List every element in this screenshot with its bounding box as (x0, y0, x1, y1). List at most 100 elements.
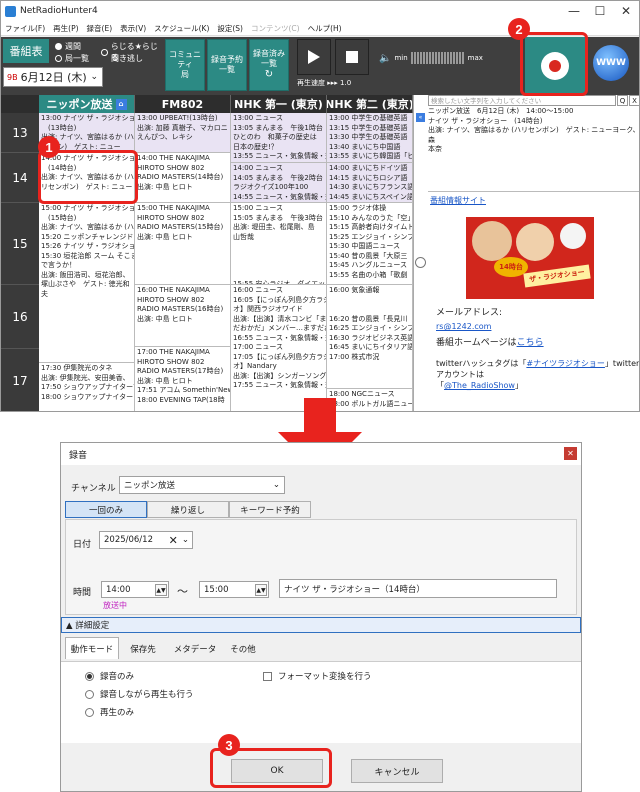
radio-record-only[interactable]: 録音のみ (85, 670, 134, 682)
program-site-link[interactable]: 番組情報サイト (430, 195, 486, 206)
format-convert-checkbox[interactable]: フォーマット変換を行う (263, 670, 372, 682)
hashtag-prefix: twitterハッシュタグは「 (436, 359, 527, 368)
minimize-button[interactable]: — (561, 4, 587, 18)
homepage-line: 番組ホームページはこちら (436, 337, 639, 350)
app-title: NetRadioHunter4 (20, 6, 98, 16)
host-face-image (472, 221, 512, 261)
play-button[interactable] (297, 39, 331, 75)
subtab-other[interactable]: その他 (223, 639, 263, 659)
detail-settings-toggle[interactable]: ▲ 詳細設定 (61, 617, 581, 633)
cancel-button[interactable]: キャンセル (351, 759, 443, 783)
view-mode-radios: 週間 局一覧 らじる★らじる 聞き逃し (53, 39, 163, 63)
close-window-button[interactable]: ✕ (613, 4, 639, 18)
program-search-input[interactable]: 検索したい文字列を入力してください (428, 95, 616, 106)
program-cell[interactable]: 14:00 まいにちドイツ語 14:15 まいにちロシア語 14:30 まいにち… (327, 163, 413, 203)
stop-icon (346, 51, 358, 63)
volume-slider[interactable]: 🔈 min max (379, 51, 509, 65)
channel-header-nhk2[interactable]: NHK 第二 (東京) (327, 95, 413, 113)
program-image: 14時台 ザ・ラジオショー (466, 217, 594, 299)
spinner-icon[interactable]: ▲▼ (255, 584, 267, 596)
end-time-input[interactable]: 15:00 ▲▼ (199, 581, 269, 598)
host-face-image (516, 223, 554, 261)
tab-keyword[interactable]: キーワード予約 (229, 501, 311, 518)
volume-bars (410, 52, 465, 64)
program-cell[interactable]: 17:00 THE NAKAJIMA HIROTO SHOW 802 RADIO… (135, 347, 231, 411)
radio-record-and-play[interactable]: 録音しながら再生も行う (85, 688, 194, 700)
radio-dot-icon (101, 48, 108, 56)
menu-view[interactable]: 表示(V) (120, 23, 146, 34)
clear-icon[interactable]: X (629, 95, 639, 106)
menu-help[interactable]: ヘルプ(H) (308, 23, 342, 34)
channel-header-nippon[interactable]: ニッポン放送 ⌂ (39, 95, 135, 113)
community-station-button[interactable]: コミュニティ 局 (165, 39, 205, 91)
splitter-handle[interactable] (415, 257, 426, 268)
playback-speed[interactable]: 再生速度 ▸▸▸ 1.0 (297, 78, 351, 88)
program-table-button[interactable]: 番組表 (3, 39, 49, 63)
channel-select[interactable]: ニッポン放送 ⌄ (119, 476, 285, 494)
menu-record[interactable]: 録音(E) (87, 23, 113, 34)
program-cell[interactable]: 17:30 伊集院光のタネ 出演: 伊集院光、安田美香、 17:50 ショウアッ… (39, 363, 135, 411)
program-cell[interactable]: 16:00 気象通報 16:20 昔の風景「長見川 16:25 エンジョイ・シン… (327, 285, 413, 389)
program-cell[interactable]: 16:00 ニュース 16:05【にっぽん列島夕方ラジ オ】関西ラジオワイド 出… (231, 285, 327, 411)
radio-station-list-label: 局一覧 (65, 54, 89, 63)
hour-14: 14 (1, 153, 39, 203)
recorded-list-button[interactable]: 録音済み 一覧 ↻ (249, 39, 289, 91)
date-picker[interactable]: 2025/06/12 ✕ ⌄ (99, 531, 193, 549)
program-cell[interactable]: 15:00 ニュース 15:05 まんまる 午後3時台 出演: 堤田圭、松尾剛、… (231, 203, 327, 285)
search-icon[interactable]: Q (617, 95, 628, 106)
homepage-link[interactable]: こちら (517, 338, 544, 348)
program-cell[interactable]: 14:00 ニュース 14:05 まんまる 午後2時台 ラジオクイズ100年10… (231, 163, 327, 203)
subtab-save-dest[interactable]: 保存先 (119, 639, 167, 659)
chevron-down-icon: ⌄ (90, 72, 98, 82)
stop-button[interactable] (335, 39, 369, 75)
date-select[interactable]: 9B 6月12日 (木) ⌄ (3, 67, 103, 87)
account-link[interactable]: @The_RadioShow (444, 381, 515, 390)
program-name-input[interactable]: ナイツ ザ・ラジオショー（14時台） (279, 579, 557, 598)
menu-settings[interactable]: 設定(S) (217, 23, 243, 34)
program-name-value: ナイツ ザ・ラジオショー（14時台） (284, 584, 425, 595)
collapse-arrow-icon[interactable]: « (416, 113, 425, 122)
menu-schedule[interactable]: スケジュール(K) (154, 23, 209, 34)
twitter-line: twitterハッシュタグは「#ナイツラジオショー」twitterアカウントは「… (436, 358, 639, 391)
program-cell[interactable]: 15:00 ラジオ体操 15:10 みんなのうた「空」 15:15 高齢者向けタ… (327, 203, 413, 285)
program-cell[interactable]: 15:00 THE NAKAJIMA HIROTO SHOW 802 RADIO… (135, 203, 231, 285)
calendar-icon: 9B (7, 72, 18, 82)
subtab-metadata[interactable]: メタデータ (167, 639, 223, 659)
menu-file[interactable]: ファイル(F) (5, 23, 45, 34)
start-time-input[interactable]: 14:00 ▲▼ (101, 581, 169, 598)
radio-dot-icon (55, 43, 62, 50)
reservation-list-button[interactable]: 録音予約 一覧 (207, 39, 247, 91)
maximize-button[interactable]: ☐ (587, 4, 613, 18)
radio-dot-icon (55, 55, 62, 62)
tab-once[interactable]: 一回のみ (65, 501, 147, 518)
time-label: 時間 (73, 588, 92, 598)
subtab-mode[interactable]: 動作モード (65, 637, 119, 659)
menu-contents[interactable]: コンテンツ(C) (251, 23, 300, 34)
program-cell[interactable]: 13:00 中学生の基礎英語 13:15 中学生の基礎英語 13:30 中学生の… (327, 113, 413, 163)
program-cell[interactable]: 13:00 ニュース 13:05 まんまる 午後1時台 ひとのわ 和菓子の歴史は… (231, 113, 327, 163)
channel-label: チャンネル (71, 484, 116, 494)
tab-repeat[interactable]: 繰り返し (147, 501, 229, 518)
program-cell[interactable]: 15:00 ナイツ ザ・ラジオショー (15時台) 出演: ナイツ、宮脇はるか … (39, 203, 135, 363)
hashtag-link[interactable]: #ナイツラジオショー (526, 359, 605, 368)
radio-weekly[interactable]: 週間 (55, 41, 81, 52)
checkbox-icon (263, 671, 272, 681)
channel-name: ニッポン放送 (46, 98, 113, 111)
title-bar: NetRadioHunter4 — ☐ ✕ (1, 1, 639, 21)
www-icon[interactable]: WWW (593, 45, 629, 81)
program-cell[interactable]: 13:00 UPBEAT!(13時台) 出演: 加藤 真樹子、マカロニ えんぴつ… (135, 113, 231, 153)
radio-station-list[interactable]: 局一覧 (55, 53, 89, 64)
channel-header-nhk1[interactable]: NHK 第一 (東京) (231, 95, 327, 113)
program-cell[interactable]: 14:00 THE NAKAJIMA HIROTO SHOW 802 RADIO… (135, 153, 231, 203)
radio-play-only[interactable]: 再生のみ (85, 706, 134, 718)
spinner-icon[interactable]: ▲▼ (155, 584, 167, 596)
menu-play[interactable]: 再生(P) (53, 23, 78, 34)
step-badge-1: 1 (38, 136, 60, 158)
reservation-label-2: 一覧 (219, 65, 235, 74)
channel-header-fm802[interactable]: FM802 (135, 95, 231, 113)
volume-min-label: min (394, 54, 408, 62)
radio-record-only-label: 録音のみ (100, 672, 135, 682)
close-icon[interactable]: ✕ (564, 447, 577, 460)
program-cell[interactable]: 16:00 THE NAKAJIMA HIROTO SHOW 802 RADIO… (135, 285, 231, 347)
mail-link[interactable]: rs@1242.com (436, 320, 639, 333)
